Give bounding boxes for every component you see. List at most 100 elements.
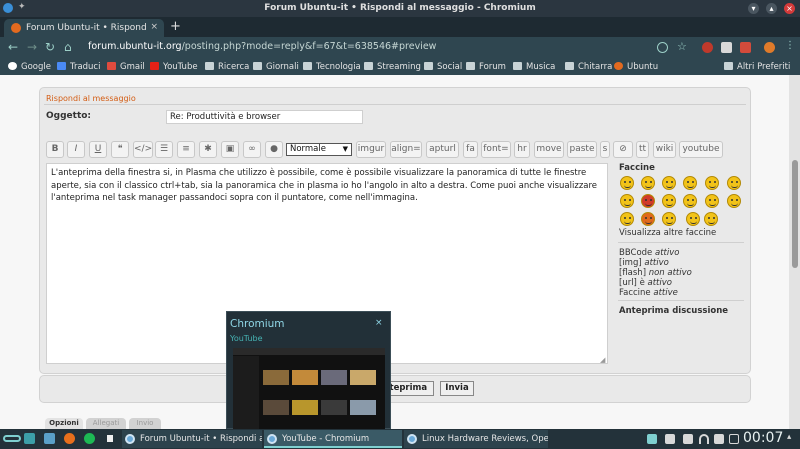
bookmark-folder-giornali[interactable]: Giornali [253,62,299,72]
bookmark-folder-altri-preferiti[interactable]: Altri Preferiti [724,62,790,72]
firefox-icon[interactable] [64,433,75,444]
extension-icon[interactable] [740,42,751,53]
subject-input[interactable]: Re: Produttività e browser [166,110,363,124]
bookmark-folder-chitarra[interactable]: Chitarra [565,62,612,72]
ordered-list-icon[interactable]: ≡ [177,141,195,158]
bookmark-star-icon[interactable]: ☆ [677,40,688,53]
address-bar[interactable]: forum.ubuntu-it.org/posting.php?mode=rep… [88,41,436,52]
smiley-icon[interactable] [683,194,697,208]
submit-button[interactable]: Invia [440,381,474,396]
bbcode-fa-button[interactable]: fa [463,141,478,158]
bbcode-youtube-button[interactable]: youtube [679,141,723,158]
bookmark-traduci[interactable]: Traduci [57,62,100,72]
bookmark-folder-forum[interactable]: Forum [466,62,506,72]
launcher-icon[interactable] [3,435,21,442]
bbcode-paste-button[interactable]: paste [567,141,597,158]
task-youtube[interactable]: YouTube - Chromium [264,430,402,448]
smiley-icon[interactable] [662,194,676,208]
quote-icon[interactable]: ❝ [111,141,129,158]
smiley-icon[interactable] [641,194,655,208]
smiley-icon[interactable] [683,176,697,190]
reload-icon[interactable]: ↻ [45,40,55,54]
color-drop-icon[interactable]: ● [265,141,283,158]
forward-arrow-icon[interactable]: → [27,40,37,54]
bookmark-folder-streaming[interactable]: Streaming [364,62,421,72]
new-tab-button[interactable]: + [170,19,181,34]
extension-icon[interactable] [721,42,732,53]
wifi-icon[interactable] [699,434,709,444]
home-icon[interactable]: ⌂ [64,40,72,54]
clipboard-icon[interactable] [665,434,675,444]
smiley-icon[interactable] [641,176,655,190]
scrollbar-thumb[interactable] [792,160,798,268]
italic-button[interactable]: I [67,141,85,158]
bookmark-folder-musica[interactable]: Musica [513,62,555,72]
smiley-icon[interactable] [662,212,676,226]
bookmark-ubuntu[interactable]: Ubuntu [614,62,658,72]
resize-handle-icon[interactable]: ◢ [600,356,605,364]
menu-icon[interactable]: ⋮ [785,40,796,51]
bookmark-gmail[interactable]: Gmail [107,62,145,72]
list-icon[interactable]: ☰ [155,141,173,158]
volume-icon[interactable] [714,434,724,444]
smiley-icon[interactable] [704,212,718,226]
desktop-icon[interactable] [24,433,35,444]
bbcode-move-button[interactable]: move [534,141,564,158]
smiley-icon[interactable] [641,212,655,226]
image-icon[interactable]: ▣ [221,141,239,158]
bbcode-s-button[interactable]: s [600,141,610,158]
file-manager-icon[interactable] [44,433,55,444]
zoom-icon[interactable] [657,42,668,53]
smiley-icon[interactable] [620,212,634,226]
tab-options[interactable]: Opzioni [45,418,83,429]
tab-forum-ubuntu[interactable]: Forum Ubuntu-it • Rispondi al × [4,19,164,37]
bookmark-folder-tecnologia[interactable]: Tecnologia [303,62,361,72]
close-icon[interactable]: × [375,318,383,328]
app-grid-icon[interactable] [104,433,115,444]
underline-button[interactable]: U [89,141,107,158]
profile-avatar[interactable] [764,42,775,53]
bbcode-tt-button[interactable]: tt [636,141,649,158]
smiley-icon[interactable] [705,176,719,190]
spoiler-icon[interactable]: ⊘ [613,141,633,158]
disk-icon[interactable] [647,434,657,444]
code-icon[interactable]: </> [133,141,153,158]
back-arrow-icon[interactable]: ← [8,40,18,54]
clock[interactable]: 00:07 [743,430,783,446]
bbcode-align-button[interactable]: align= [390,141,422,158]
bookmark-folder-ricerca[interactable]: Ricerca [205,62,249,72]
bold-button[interactable]: B [46,141,64,158]
smiley-icon[interactable] [727,176,741,190]
tab-attachments[interactable]: Allegati [86,418,126,429]
minimize-icon[interactable]: ▾ [748,3,759,14]
list-item-icon[interactable]: ✱ [199,141,217,158]
spotify-icon[interactable] [84,433,95,444]
bbcode-font-button[interactable]: font= [481,141,511,158]
maximize-icon[interactable]: ▴ [766,3,777,14]
smiley-icon[interactable] [727,194,741,208]
close-window-icon[interactable]: × [784,3,795,14]
task-forum-ubuntu[interactable]: Forum Ubuntu-it • Rispondi al m... [122,430,262,448]
bookmark-folder-social[interactable]: Social [424,62,462,72]
bbcode-wiki-button[interactable]: wiki [653,141,676,158]
task-linux-hardware[interactable]: Linux Hardware Reviews, Open-S... [404,430,548,448]
smiley-icon[interactable] [620,194,634,208]
smiley-icon[interactable] [620,176,634,190]
bookmark-google[interactable]: Google [8,62,51,72]
extension-icon[interactable] [702,42,713,53]
chevron-up-icon[interactable]: ▴ [787,432,797,442]
close-tab-icon[interactable]: × [150,22,158,32]
font-size-select[interactable]: Normale ▼ [286,143,352,156]
tab-submit[interactable]: Invio [129,418,161,429]
smiley-icon[interactable] [705,194,719,208]
bbcode-imgur-button[interactable]: imgur [356,141,386,158]
more-smilies-link[interactable]: Visualizza altre faccine [619,228,716,238]
battery-icon[interactable] [729,434,739,444]
task-preview-popup[interactable]: Chromium × YouTube [226,311,391,430]
window-thumbnail[interactable] [233,348,385,430]
bookmark-youtube[interactable]: YouTube [150,62,198,72]
link-icon[interactable]: ∞ [243,141,261,158]
smiley-icon[interactable] [662,176,676,190]
bbcode-apturl-button[interactable]: apturl [426,141,459,158]
bbcode-hr-button[interactable]: hr [514,141,530,158]
